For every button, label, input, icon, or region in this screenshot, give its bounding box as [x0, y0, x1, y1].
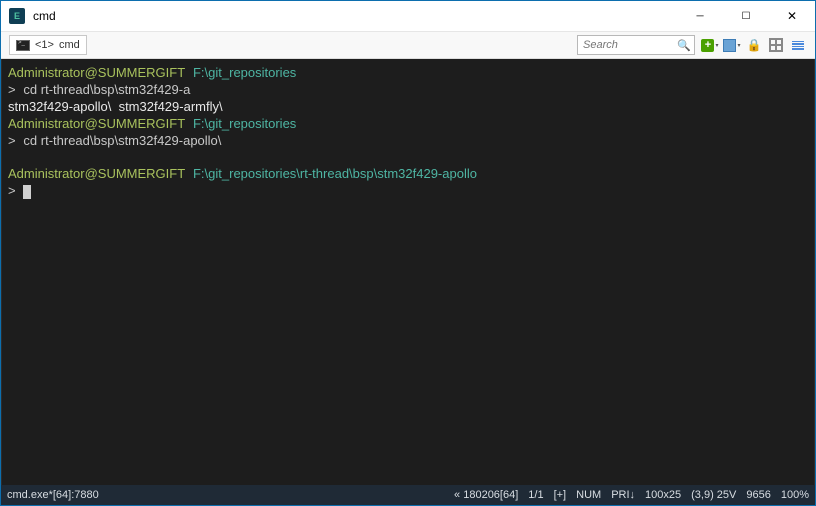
status-seg: 100x25: [645, 489, 681, 501]
app-window: cmd ─ ☐ ✕ <1> cmd 🔍 +▾ ▾ 🔒 Administrator…: [0, 0, 816, 506]
lock-button[interactable]: 🔒: [745, 36, 763, 54]
window-controls: ─ ☐ ✕: [677, 1, 815, 31]
toolbar: <1> cmd 🔍 +▾ ▾ 🔒: [1, 31, 815, 59]
lines-button[interactable]: [789, 36, 807, 54]
search-wrap: 🔍: [577, 35, 695, 55]
toolbar-icons: +▾ ▾ 🔒: [701, 36, 807, 54]
maximize-button[interactable]: ☐: [723, 1, 769, 31]
minimize-button[interactable]: ─: [677, 1, 723, 31]
prompt-user: Administrator@SUMMERGIFT: [8, 166, 185, 181]
cmd-text: cd rt-thread\bsp\stm32f429-apollo\: [23, 133, 221, 148]
titlebar[interactable]: cmd ─ ☐ ✕: [1, 1, 815, 31]
close-button[interactable]: ✕: [769, 1, 815, 31]
tab-label: cmd: [59, 39, 80, 51]
status-seg: (3,9) 25V: [691, 489, 736, 501]
prompt-user: Administrator@SUMMERGIFT: [8, 65, 185, 80]
status-seg: NUM: [576, 489, 601, 501]
status-process: cmd.exe*[64]:7880: [7, 489, 99, 501]
status-seg: 100%: [781, 489, 809, 501]
grid-button[interactable]: [767, 36, 785, 54]
status-seg: PRI↓: [611, 489, 635, 501]
add-button[interactable]: +▾: [701, 36, 719, 54]
prompt-symbol: >: [8, 82, 16, 97]
floppy-button[interactable]: ▾: [723, 36, 741, 54]
status-seg: 1/1: [528, 489, 543, 501]
window-title: cmd: [33, 9, 677, 23]
statusbar: cmd.exe*[64]:7880 « 180206[64] 1/1 [+] N…: [1, 485, 815, 505]
status-seg: 9656: [746, 489, 770, 501]
search-icon[interactable]: 🔍: [677, 39, 691, 52]
output-text: stm32f429-apollo\ stm32f429-armfly\: [8, 99, 223, 114]
tab-index: <1>: [35, 39, 54, 51]
tab-cmd[interactable]: <1> cmd: [9, 35, 87, 55]
prompt-symbol: >: [8, 133, 16, 148]
prompt-path: F:\git_repositories: [193, 65, 296, 80]
prompt-user: Administrator@SUMMERGIFT: [8, 116, 185, 131]
prompt-path: F:\git_repositories: [193, 116, 296, 131]
cmd-text: cd rt-thread\bsp\stm32f429-a: [23, 82, 190, 97]
status-seg: « 180206[64]: [454, 489, 518, 501]
cmd-icon: [16, 40, 30, 51]
prompt-path: F:\git_repositories\rt-thread\bsp\stm32f…: [193, 166, 477, 181]
terminal[interactable]: Administrator@SUMMERGIFT F:\git_reposito…: [1, 59, 815, 485]
status-seg: [+]: [554, 489, 567, 501]
app-icon: [9, 8, 25, 24]
cursor: [23, 185, 31, 199]
prompt-symbol: >: [8, 183, 16, 198]
